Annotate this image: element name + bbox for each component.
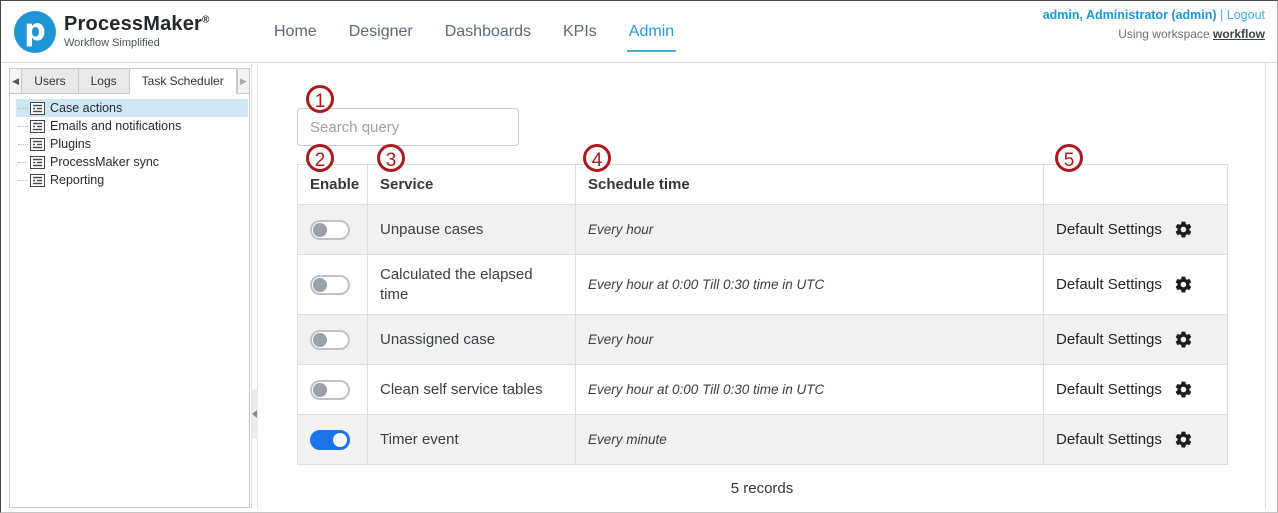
admin-sidebar: ◀ Users Logs Task Scheduler ▶ Case actio… xyxy=(9,68,250,508)
tab-logs[interactable]: Logs xyxy=(79,69,130,93)
workspace-link[interactable]: workflow xyxy=(1213,27,1265,41)
default-settings-label: Default Settings xyxy=(1056,381,1162,398)
sidebar-collapse-handle[interactable] xyxy=(251,389,258,439)
sidebar-item-case-actions[interactable]: Case actions xyxy=(16,99,248,117)
service-name: Clean self service tables xyxy=(368,365,576,415)
schedule-time: Every hour at 0:00 Till 0:30 time in UTC xyxy=(576,255,1044,315)
service-name: Unassigned case xyxy=(368,315,576,365)
toggle-knob xyxy=(313,278,327,292)
sidebar-splitter[interactable] xyxy=(251,63,258,509)
gear-icon[interactable] xyxy=(1174,430,1193,449)
col-enable: Enable xyxy=(298,165,368,205)
service-name: Calculated the elapsed time xyxy=(368,255,576,315)
default-settings-label: Default Settings xyxy=(1056,221,1162,238)
annotation-circle-4: 4 xyxy=(583,144,611,172)
list-form-icon xyxy=(30,120,45,133)
enable-toggle[interactable] xyxy=(310,330,350,350)
table-header-row: Enable Service Schedule time xyxy=(298,165,1228,205)
list-form-icon xyxy=(30,138,45,151)
tab-task-scheduler[interactable]: Task Scheduler xyxy=(130,69,237,94)
scheduler-table: Enable Service Schedule time Unpause cas… xyxy=(297,164,1228,465)
sidebar-item-plugins[interactable]: Plugins xyxy=(16,135,248,153)
gear-icon[interactable] xyxy=(1174,275,1193,294)
nav-admin[interactable]: Admin xyxy=(627,19,676,45)
nav-dashboards[interactable]: Dashboards xyxy=(443,19,533,45)
schedule-time: Every hour xyxy=(576,205,1044,255)
nav-home[interactable]: Home xyxy=(272,19,319,45)
current-user-label[interactable]: admin, Administrator (admin) xyxy=(1043,8,1217,22)
user-area: admin, Administrator (admin) | Logout Us… xyxy=(1043,6,1265,44)
schedule-time: Every hour xyxy=(576,315,1044,365)
brand-subtitle: Workflow Simplified xyxy=(64,37,210,49)
toggle-knob xyxy=(333,433,347,447)
tab-scroll-left-icon[interactable]: ◀ xyxy=(10,69,22,93)
search-input[interactable] xyxy=(297,108,519,146)
brand-block: ProcessMaker® Workflow Simplified xyxy=(64,13,210,49)
workspace-prefix: Using workspace xyxy=(1118,27,1209,41)
tree-connector xyxy=(18,162,28,163)
sidebar-item-reporting[interactable]: Reporting xyxy=(16,171,248,189)
processmaker-window: p ProcessMaker® Workflow Simplified Home… xyxy=(0,0,1278,513)
col-service: Service xyxy=(368,165,576,205)
tab-scroll-right-icon[interactable]: ▶ xyxy=(237,69,249,93)
list-form-icon xyxy=(30,156,45,169)
table-row: Unpause cases Every hour Default Setting… xyxy=(298,205,1228,255)
table-row: Timer event Every minute Default Setting… xyxy=(298,415,1228,465)
brand-title: ProcessMaker® xyxy=(64,13,210,36)
tree-item-label: Emails and notifications xyxy=(50,119,181,133)
nav-kpis[interactable]: KPIs xyxy=(561,19,599,45)
gear-icon[interactable] xyxy=(1174,380,1193,399)
enable-toggle[interactable] xyxy=(310,380,350,400)
annotation-circle-3: 3 xyxy=(377,144,405,172)
toggle-knob xyxy=(313,333,327,347)
gear-icon[interactable] xyxy=(1174,330,1193,349)
tree-connector xyxy=(18,108,28,109)
list-form-icon xyxy=(30,174,45,187)
tree-item-label: Plugins xyxy=(50,137,91,151)
main-nav: Home Designer Dashboards KPIs Admin xyxy=(272,1,676,63)
schedule-time: Every minute xyxy=(576,415,1044,465)
logout-link[interactable]: Logout xyxy=(1227,8,1265,22)
service-name: Unpause cases xyxy=(368,205,576,255)
tree-connector xyxy=(18,144,28,145)
records-count: 5 records xyxy=(297,480,1227,497)
scheduler-tree: Case actions Emails and notifications xyxy=(10,94,249,189)
tree-item-label: Case actions xyxy=(50,101,122,115)
toggle-knob xyxy=(313,383,327,397)
default-settings-label: Default Settings xyxy=(1056,276,1162,293)
annotation-circle-2: 2 xyxy=(306,144,334,172)
sidebar-item-emails-notifications[interactable]: Emails and notifications xyxy=(16,117,248,135)
table-row: Calculated the elapsed time Every hour a… xyxy=(298,255,1228,315)
processmaker-logo-icon[interactable]: p xyxy=(14,11,56,53)
tree-item-label: Reporting xyxy=(50,173,104,187)
sidebar-tabbar: ◀ Users Logs Task Scheduler ▶ xyxy=(10,69,249,94)
enable-toggle[interactable] xyxy=(310,275,350,295)
tree-connector xyxy=(18,126,28,127)
service-name: Timer event xyxy=(368,415,576,465)
collapse-left-icon xyxy=(252,410,257,418)
table-row: Clean self service tables Every hour at … xyxy=(298,365,1228,415)
task-scheduler-panel: Enable Service Schedule time Unpause cas… xyxy=(259,64,1265,509)
registered-mark: ® xyxy=(202,14,210,25)
sidebar-item-processmaker-sync[interactable]: ProcessMaker sync xyxy=(16,153,248,171)
tab-users[interactable]: Users xyxy=(22,69,78,93)
scrollbar-track[interactable] xyxy=(1265,63,1266,509)
toggle-knob xyxy=(313,223,327,237)
list-form-icon xyxy=(30,102,45,115)
gear-icon[interactable] xyxy=(1174,220,1193,239)
col-schedule-time: Schedule time xyxy=(576,165,1044,205)
user-separator: | xyxy=(1220,8,1223,22)
tree-item-label: ProcessMaker sync xyxy=(50,155,159,169)
enable-toggle[interactable] xyxy=(310,430,350,450)
enable-toggle[interactable] xyxy=(310,220,350,240)
top-header: p ProcessMaker® Workflow Simplified Home… xyxy=(1,1,1277,63)
default-settings-label: Default Settings xyxy=(1056,331,1162,348)
tree-connector xyxy=(18,180,28,181)
annotation-circle-5: 5 xyxy=(1055,144,1083,172)
nav-designer[interactable]: Designer xyxy=(347,19,415,45)
default-settings-label: Default Settings xyxy=(1056,431,1162,448)
annotation-circle-1: 1 xyxy=(306,85,334,113)
schedule-time: Every hour at 0:00 Till 0:30 time in UTC xyxy=(576,365,1044,415)
table-row: Unassigned case Every hour Default Setti… xyxy=(298,315,1228,365)
